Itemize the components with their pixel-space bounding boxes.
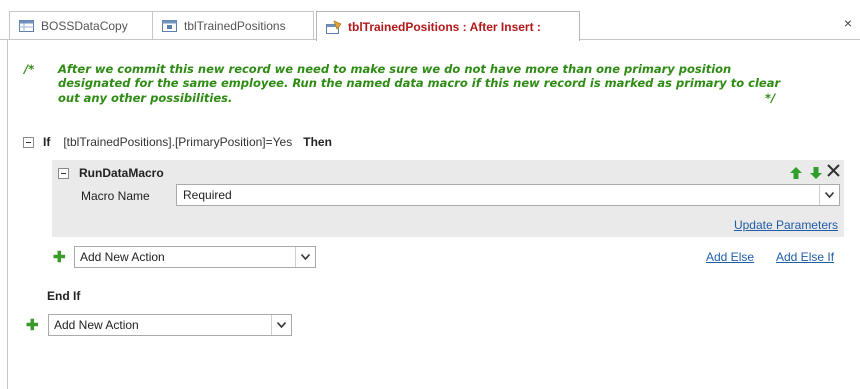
tab-bossdatacopy[interactable]: BOSSDataCopy	[9, 11, 153, 40]
table-icon	[162, 19, 177, 33]
inner-add-action-row: ✚ Add New Action	[53, 246, 316, 268]
add-else-link[interactable]: Add Else	[706, 250, 754, 264]
comment-open-marker: /*	[24, 62, 35, 76]
end-if-keyword: End If	[47, 289, 81, 303]
close-icon[interactable]: ×	[844, 15, 852, 31]
add-action-placeholder: Add New Action	[80, 250, 165, 264]
if-condition[interactable]: [tblTrainedPositions].[PrimaryPosition]=…	[63, 135, 292, 149]
then-keyword: Then	[303, 135, 332, 149]
outer-add-action-row: ✚ Add New Action	[26, 314, 292, 336]
action-header: RunDataMacro	[58, 166, 164, 180]
tab-label: BOSSDataCopy	[41, 19, 128, 33]
move-down-icon[interactable]	[810, 166, 822, 183]
tab-after-insert-macro[interactable]: tblTrainedPositions : After Insert :	[316, 11, 580, 42]
delete-action-icon[interactable]	[827, 164, 840, 181]
move-up-icon[interactable]	[790, 166, 802, 183]
macro-name-value: Required	[183, 188, 232, 202]
update-parameters-link[interactable]: Update Parameters	[734, 218, 838, 232]
if-keyword: If	[43, 135, 51, 149]
document-tab-strip: BOSSDataCopy tblTrainedPositions tblTrai…	[0, 0, 860, 42]
add-action-placeholder: Add New Action	[54, 318, 139, 332]
comment-text: After we commit this new record we need …	[58, 62, 781, 105]
tab-tbltrainedpositions[interactable]: tblTrainedPositions	[152, 11, 314, 40]
collapse-toggle-icon[interactable]	[58, 167, 69, 179]
outer-add-action-combo[interactable]: Add New Action	[48, 314, 292, 336]
add-else-if-link[interactable]: Add Else If	[776, 250, 834, 264]
chevron-down-icon[interactable]	[819, 185, 839, 205]
add-icon: ✚	[26, 317, 39, 334]
if-block-header[interactable]: If [tblTrainedPositions].[PrimaryPositio…	[23, 134, 332, 150]
add-icon: ✚	[53, 249, 66, 266]
inner-add-action-combo[interactable]: Add New Action	[74, 246, 316, 268]
chevron-down-icon[interactable]	[295, 247, 315, 267]
tab-label: tblTrainedPositions : After Insert :	[348, 19, 541, 34]
chevron-down-icon[interactable]	[271, 315, 291, 335]
macro-name-label: Macro Name	[81, 189, 150, 203]
macro-name-dropdown[interactable]: Required	[176, 184, 840, 206]
tab-label: tblTrainedPositions	[184, 19, 286, 33]
comment-close-marker: */	[765, 91, 776, 105]
collapse-toggle-icon[interactable]	[23, 136, 34, 148]
data-macro-icon	[326, 19, 342, 34]
editor-left-border	[7, 40, 8, 389]
table-icon	[19, 19, 34, 33]
action-name: RunDataMacro	[79, 166, 164, 180]
run-data-macro-action[interactable]: RunDataMacro Macro Name Required Update …	[52, 160, 844, 237]
